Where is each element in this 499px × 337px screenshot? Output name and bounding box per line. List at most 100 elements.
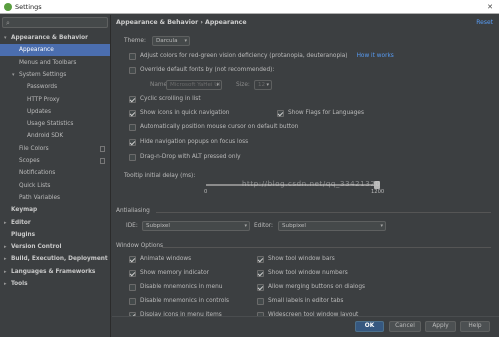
auto-position-cursor-checkbox[interactable]: Automatically position mouse cursor on d… (129, 123, 298, 131)
sidebar-item-updates[interactable]: Updates (0, 106, 110, 118)
show-tool-bars-label: Show tool window bars (268, 256, 335, 262)
checkbox-box (277, 109, 284, 117)
chevron-right-icon[interactable]: ▸ (4, 253, 11, 265)
checkbox-box (129, 283, 136, 291)
sidebar-item-label: Keymap (11, 207, 38, 214)
ok-button[interactable]: OK (355, 321, 384, 332)
sidebar-item-path-variables[interactable]: Path Variables (0, 192, 110, 204)
antialiasing-title: Antialiasing (116, 208, 150, 214)
sidebar-item-scopes[interactable]: Scopes (0, 155, 110, 167)
sidebar-item-usage-statistics[interactable]: Usage Statistics (0, 118, 110, 130)
sidebar-item-tools[interactable]: ▸ Tools (0, 278, 110, 290)
sidebar-item-appearance-behavior[interactable]: ▾ Appearance & Behavior (0, 32, 110, 44)
auto-position-cursor-label: Automatically position mouse cursor on d… (140, 124, 299, 130)
chevron-right-icon[interactable]: ▸ (4, 217, 11, 229)
chevron-down-icon: ▾ (266, 82, 269, 88)
window-title: Settings (15, 2, 42, 11)
override-fonts-label: Override default fonts by (not recommend… (140, 67, 275, 73)
ide-antialiasing-value: Subpixel (146, 223, 170, 229)
sidebar-item-appearance[interactable]: Appearance (0, 44, 110, 57)
editor-antialiasing-select[interactable]: Subpixel ▾ (278, 221, 386, 231)
sidebar-item-version-control[interactable]: ▸ Version Control (0, 241, 110, 253)
font-size-label: Size: (236, 82, 250, 88)
animate-windows-checkbox[interactable]: Animate windows (129, 255, 191, 263)
apply-button[interactable]: Apply (425, 321, 456, 332)
disable-mnemonics-controls-checkbox[interactable]: Disable mnemonics in controls (129, 297, 229, 305)
sidebar-item-build-execution-deployment[interactable]: ▸ Build, Execution, Deployment (0, 253, 110, 265)
adjust-colors-checkbox[interactable]: Adjust colors for red-green vision defic… (129, 52, 394, 60)
how-it-works-link[interactable]: How it works (357, 52, 394, 60)
override-fonts-checkbox[interactable]: Override default fonts by (not recommend… (129, 66, 274, 74)
checkbox-box (129, 66, 136, 74)
chevron-right-icon[interactable]: ▸ (4, 278, 11, 290)
sidebar-item-menus-and-toolbars[interactable]: Menus and Toolbars (0, 57, 110, 69)
sidebar-item-label: File Colors (19, 145, 49, 152)
show-memory-checkbox[interactable]: Show memory indicator (129, 269, 209, 277)
sidebar-item-label: Languages & Frameworks (11, 268, 96, 275)
checkbox-box (129, 153, 136, 161)
font-size-select[interactable]: 12 ▾ (254, 80, 272, 90)
slider-max-label: 1200 (371, 189, 385, 195)
chevron-down-icon[interactable]: ▾ (4, 32, 11, 44)
sidebar-item-label: Android SDK (27, 133, 64, 140)
chevron-down-icon[interactable]: ▾ (12, 69, 19, 81)
show-tool-bars-checkbox[interactable]: Show tool window bars (257, 255, 335, 263)
sidebar-item-file-colors[interactable]: File Colors (0, 143, 110, 155)
section-divider (156, 212, 491, 213)
sidebar-item-passwords[interactable]: Passwords (0, 81, 110, 93)
checkbox-box (257, 297, 264, 305)
checkbox-box (129, 109, 136, 117)
sidebar-item-notifications[interactable]: Notifications (0, 167, 110, 179)
checkbox-box (129, 123, 136, 131)
sidebar-item-label: Passwords (27, 84, 58, 91)
sidebar-item-http-proxy[interactable]: HTTP Proxy (0, 94, 110, 106)
sidebar-item-label: Updates (27, 108, 52, 115)
show-tool-numbers-checkbox[interactable]: Show tool window numbers (257, 269, 348, 277)
allow-merging-checkbox[interactable]: Allow merging buttons on dialogs (257, 283, 365, 291)
project-scope-icon (100, 145, 105, 152)
sidebar-item-android-sdk[interactable]: Android SDK (0, 130, 110, 142)
android-studio-icon (4, 2, 12, 11)
sidebar-item-quick-lists[interactable]: Quick Lists (0, 180, 110, 192)
close-icon[interactable]: ✕ (484, 2, 496, 12)
tooltip-delay-label: Tooltip initial delay (ms): (124, 173, 196, 179)
theme-select[interactable]: Darcula ▾ (152, 36, 190, 46)
show-flags-label: Show Flags for Languages (288, 110, 364, 116)
editor-antialiasing-value: Subpixel (282, 223, 306, 229)
theme-value: Darcula (156, 38, 178, 44)
search-input[interactable]: ⌕ (2, 17, 108, 28)
cancel-button[interactable]: Cancel (389, 321, 421, 332)
sidebar-item-label: Editor (11, 219, 31, 226)
reset-link[interactable]: Reset (476, 19, 493, 26)
sidebar-item-languages-frameworks[interactable]: ▸ Languages & Frameworks (0, 266, 110, 278)
breadcrumb: Appearance & Behavior › Appearance (116, 19, 247, 26)
font-name-select[interactable]: Microsoft YaHei UI ▾ (166, 80, 222, 90)
slider-min-label: 0 (204, 189, 208, 195)
sidebar-item-label: Version Control (11, 244, 62, 251)
search-icon: ⌕ (6, 19, 10, 27)
sidebar-item-editor[interactable]: ▸ Editor (0, 217, 110, 229)
small-labels-checkbox[interactable]: Small labels in editor tabs (257, 297, 343, 305)
allow-merging-label: Allow merging buttons on dialogs (268, 284, 366, 290)
chevron-down-icon: ▾ (216, 82, 219, 88)
sidebar-item-label: Plugins (11, 231, 36, 238)
chevron-right-icon[interactable]: ▸ (4, 241, 11, 253)
checkbox-box (129, 297, 136, 305)
chevron-right-icon[interactable]: ▸ (4, 266, 11, 278)
disable-mnemonics-menu-checkbox[interactable]: Disable mnemonics in menu (129, 283, 222, 291)
small-labels-label: Small labels in editor tabs (268, 298, 344, 304)
show-flags-checkbox[interactable]: Show Flags for Languages (277, 109, 364, 117)
show-icons-checkbox[interactable]: Show icons in quick navigation (129, 109, 229, 117)
drag-drop-alt-checkbox[interactable]: Drag-n-Drop with ALT pressed only (129, 153, 241, 161)
sidebar-item-keymap[interactable]: Keymap (0, 204, 110, 216)
cyclic-scrolling-checkbox[interactable]: Cyclic scrolling in list (129, 95, 201, 103)
section-divider (162, 247, 491, 248)
checkbox-box (129, 138, 136, 146)
window-options-title: Window Options (116, 243, 164, 249)
sidebar-item-system-settings[interactable]: ▾ System Settings (0, 69, 110, 81)
sidebar-item-label: Build, Execution, Deployment (11, 256, 108, 263)
hide-popups-checkbox[interactable]: Hide navigation popups on focus loss (129, 138, 248, 146)
sidebar-item-plugins[interactable]: Plugins (0, 229, 110, 241)
ide-antialiasing-select[interactable]: Subpixel ▾ (142, 221, 250, 231)
help-button[interactable]: Help (460, 321, 490, 332)
